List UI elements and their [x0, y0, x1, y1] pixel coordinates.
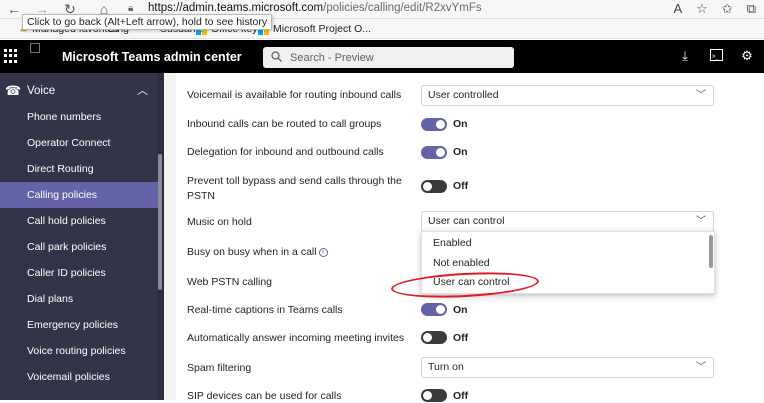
captions-state: On	[453, 304, 468, 316]
auto-answer-label: Automatically answer incoming meeting in…	[187, 332, 405, 344]
toll-bypass-toggle[interactable]	[421, 180, 447, 193]
voicemail-select[interactable]: User controlled ﹀	[421, 85, 714, 106]
chevron-down-icon: ﹀	[696, 362, 706, 373]
delegation-label: Delegation for inbound and outbound call…	[187, 146, 384, 158]
phone-icon: ☎	[5, 83, 22, 98]
svg-text:>_: >_	[712, 53, 720, 60]
read-aloud-icon[interactable]: A	[673, 1, 682, 17]
download-icon[interactable]: ⤓	[678, 49, 692, 63]
url-host: https://admin.teams.microsoft.com	[148, 2, 324, 14]
sidebar-item-call-park-policies[interactable]: Call park policies	[0, 234, 158, 260]
sidebar-scrollbar-thumb[interactable]	[158, 154, 162, 290]
toll-bypass-label: Prevent toll bypass and send calls throu…	[187, 175, 402, 203]
sip-devices-state: Off	[453, 390, 469, 402]
sidebar-section-label: Voice	[27, 85, 56, 97]
address-bar[interactable]: https://admin.teams.microsoft.com/polici…	[148, 2, 482, 14]
collections-icon[interactable]: ⧉	[747, 1, 756, 17]
sidebar-item-direct-routing[interactable]: Direct Routing	[0, 156, 158, 182]
info-icon[interactable]: i	[318, 248, 328, 257]
web-pstn-label: Web PSTN calling	[187, 276, 273, 288]
app-title: Microsoft Teams admin center	[62, 50, 242, 64]
app-header: Microsoft Teams admin center Search - Pr…	[0, 40, 764, 73]
toll-bypass-label-line-1: Prevent toll bypass and send calls throu…	[187, 175, 402, 187]
back-button-tooltip: Click to go back (Alt+Left arrow), hold …	[22, 14, 273, 30]
app-launcher-icon[interactable]	[4, 49, 18, 63]
toggle-knob	[436, 305, 445, 314]
spam-filtering-label: Spam filtering	[187, 362, 252, 374]
toll-bypass-state: Off	[453, 180, 469, 192]
music-on-hold-select-value: User can control	[428, 215, 505, 227]
spam-filtering-select[interactable]: Turn on ﹀	[421, 357, 714, 378]
main-gutter	[164, 73, 176, 400]
bookmark-label: Microsoft Project O...	[273, 23, 372, 35]
sidebar-item-call-hold-policies[interactable]: Call hold policies	[0, 208, 158, 234]
voicemail-label: Voicemail is available for routing inbou…	[187, 89, 402, 101]
inbound-groups-toggle[interactable]	[421, 118, 447, 131]
inbound-groups-label: Inbound calls can be routed to call grou…	[187, 118, 382, 130]
auto-answer-toggle[interactable]	[421, 331, 447, 344]
toggle-knob	[436, 120, 445, 129]
search-placeholder: Search - Preview	[290, 51, 374, 64]
sidebar-item-dial-plans[interactable]: Dial plans	[0, 286, 158, 312]
delegation-toggle[interactable]	[421, 146, 447, 159]
sidebar-section-voice[interactable]: ☎ Voice ︿	[0, 79, 158, 101]
dropdown-option-not-enabled[interactable]: Not enabled	[433, 257, 490, 269]
sip-devices-toggle[interactable]	[421, 389, 447, 402]
broken-image-icon	[30, 43, 40, 53]
delegation-state: On	[453, 146, 468, 158]
toll-bypass-label-line-2: PSTN	[187, 190, 216, 202]
sip-devices-label: SIP devices can be used for calls	[187, 390, 342, 402]
sidebar-item-calling-policies[interactable]: Calling policies	[0, 182, 158, 208]
search-icon	[271, 50, 282, 65]
busy-on-busy-text: Busy on busy when in a call	[187, 246, 317, 258]
chevron-down-icon: ﹀	[696, 90, 706, 101]
dropdown-scrollbar[interactable]	[709, 235, 713, 268]
toggle-knob	[423, 333, 432, 342]
captions-label: Real-time captions in Teams calls	[187, 304, 343, 316]
bookmark-microsoft-project[interactable]: Microsoft Project O...	[258, 23, 371, 35]
auto-answer-state: Off	[453, 332, 469, 344]
music-on-hold-select[interactable]: User can control ﹀	[421, 211, 714, 232]
dropdown-option-enabled[interactable]: Enabled	[433, 237, 472, 249]
terminal-icon[interactable]: >_	[709, 49, 723, 63]
settings-gear-icon[interactable]: ⚙	[740, 49, 754, 63]
url-path: /policies/calling/edit/R2xvYmFs	[323, 2, 482, 14]
sidebar-item-voice-routing-policies[interactable]: Voice routing policies	[0, 338, 158, 364]
back-arrow-icon[interactable]: ←	[4, 1, 24, 17]
search-box[interactable]: Search - Preview	[263, 47, 514, 68]
toggle-knob	[423, 182, 432, 191]
favorites-icon[interactable]: ✩	[722, 1, 733, 17]
chevron-up-icon: ︿	[137, 85, 148, 97]
sidebar-item-operator-connect[interactable]: Operator Connect	[0, 130, 158, 156]
captions-toggle[interactable]	[421, 303, 447, 316]
sidebar-item-voicemail-policies[interactable]: Voicemail policies	[0, 364, 158, 390]
sidebar-item-emergency-policies[interactable]: Emergency policies	[0, 312, 158, 338]
spam-filtering-select-value: Turn on	[428, 361, 464, 373]
chevron-down-icon: ﹀	[696, 216, 706, 227]
sidebar: ☎ Voice ︿ Phone numbers Operator Connect…	[0, 73, 158, 400]
sidebar-item-phone-numbers[interactable]: Phone numbers	[0, 104, 158, 130]
busy-on-busy-label: Busy on busy when in a call i	[187, 246, 328, 259]
toggle-knob	[423, 391, 432, 400]
favorite-star-icon[interactable]: ☆	[696, 1, 708, 17]
inbound-groups-state: On	[453, 118, 468, 130]
sidebar-item-caller-id-policies[interactable]: Caller ID policies	[0, 260, 158, 286]
toggle-knob	[436, 148, 445, 157]
music-on-hold-label: Music on hold	[187, 216, 252, 228]
voicemail-select-value: User controlled	[428, 89, 499, 101]
